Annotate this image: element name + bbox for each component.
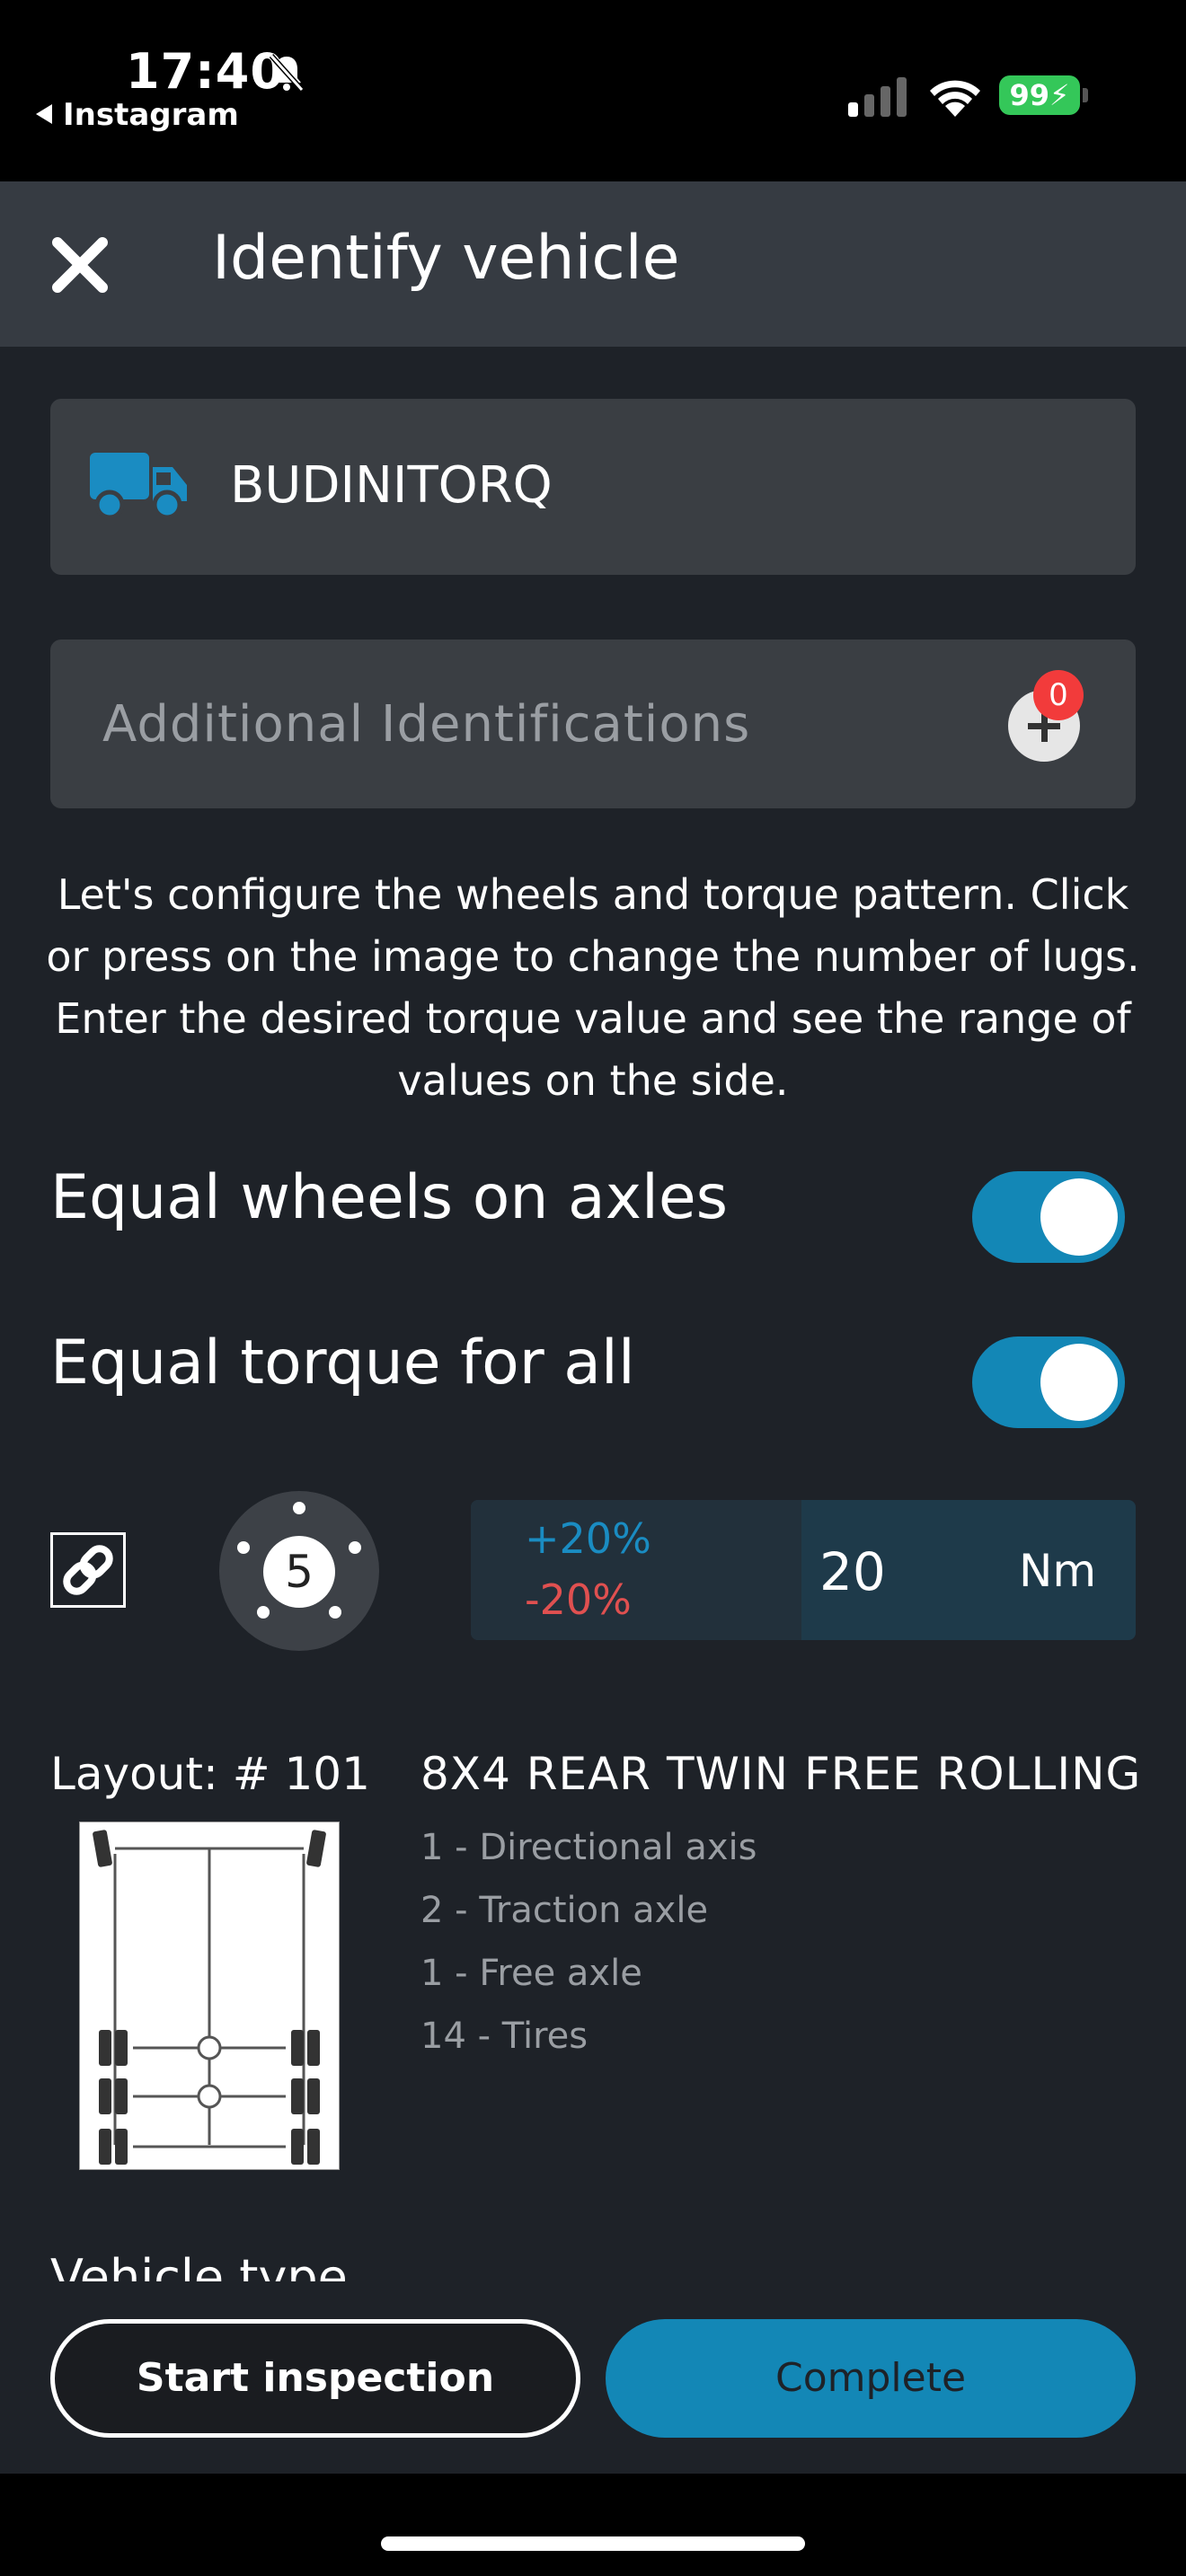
cellular-signal-icon: [848, 77, 907, 117]
layout-spec-item: 2 - Traction axle: [420, 1890, 709, 1931]
start-inspection-button[interactable]: Start inspection: [50, 2319, 580, 2438]
lug-count: 5: [263, 1536, 335, 1608]
axle-layout-diagram[interactable]: [79, 1822, 340, 2170]
layout-spec-item: 14 - Tires: [420, 2016, 589, 2057]
battery-nub: [1083, 88, 1088, 102]
close-icon[interactable]: [50, 235, 110, 295]
bell-muted-icon: [269, 53, 305, 93]
identification-count-badge: 0: [1033, 670, 1084, 720]
layout-spec-item: 1 - Free axle: [420, 1953, 642, 1994]
vehicle-type-label: Vehicle type: [50, 2249, 348, 2285]
layout-number: Layout: # 101: [50, 1748, 370, 1800]
torque-range-minus: -20%: [525, 1575, 632, 1624]
additional-identifications-label: Additional Identifications: [102, 695, 751, 754]
page-title: Identify vehicle: [212, 223, 680, 294]
layout-name: 8X4 REAR TWIN FREE ROLLING: [420, 1748, 1142, 1800]
lug-dot: [329, 1606, 341, 1619]
torque-unit: Nm: [1019, 1545, 1097, 1597]
lug-dot: [257, 1606, 270, 1619]
link-icon: [63, 1545, 113, 1595]
vehicle-id-value: BUDINITORQ: [230, 456, 553, 515]
battery-indicator: 99⚡: [999, 75, 1080, 115]
lug-dot: [237, 1541, 250, 1554]
toggle-knob: [1040, 1178, 1118, 1256]
wifi-icon: [930, 80, 980, 117]
lug-dot: [349, 1541, 361, 1554]
home-indicator-area: [0, 2474, 1186, 2576]
toggle-knob: [1040, 1344, 1118, 1421]
status-time: 17:40: [126, 43, 285, 100]
equal-wheels-toggle[interactable]: [972, 1171, 1125, 1263]
truck-icon: [90, 453, 187, 520]
lug-dot: [293, 1502, 305, 1514]
equal-torque-toggle[interactable]: [972, 1337, 1125, 1428]
vehicle-id-field[interactable]: [50, 399, 1136, 575]
link-button[interactable]: [50, 1532, 126, 1608]
home-indicator[interactable]: [381, 2536, 805, 2551]
layout-spec-item: 1 - Directional axis: [420, 1827, 757, 1868]
complete-button[interactable]: Complete: [606, 2319, 1136, 2438]
equal-torque-label: Equal torque for all: [50, 1328, 635, 1398]
back-app-label: Instagram: [63, 97, 239, 133]
torque-range-plus: +20%: [525, 1514, 651, 1563]
torque-value[interactable]: 20: [819, 1541, 886, 1602]
back-to-app-link[interactable]: Instagram: [36, 97, 239, 133]
equal-wheels-label: Equal wheels on axles: [50, 1162, 729, 1233]
instructions-text: Let's configure the wheels and torque pa…: [46, 870, 1140, 1105]
back-arrow-icon: [36, 103, 52, 124]
